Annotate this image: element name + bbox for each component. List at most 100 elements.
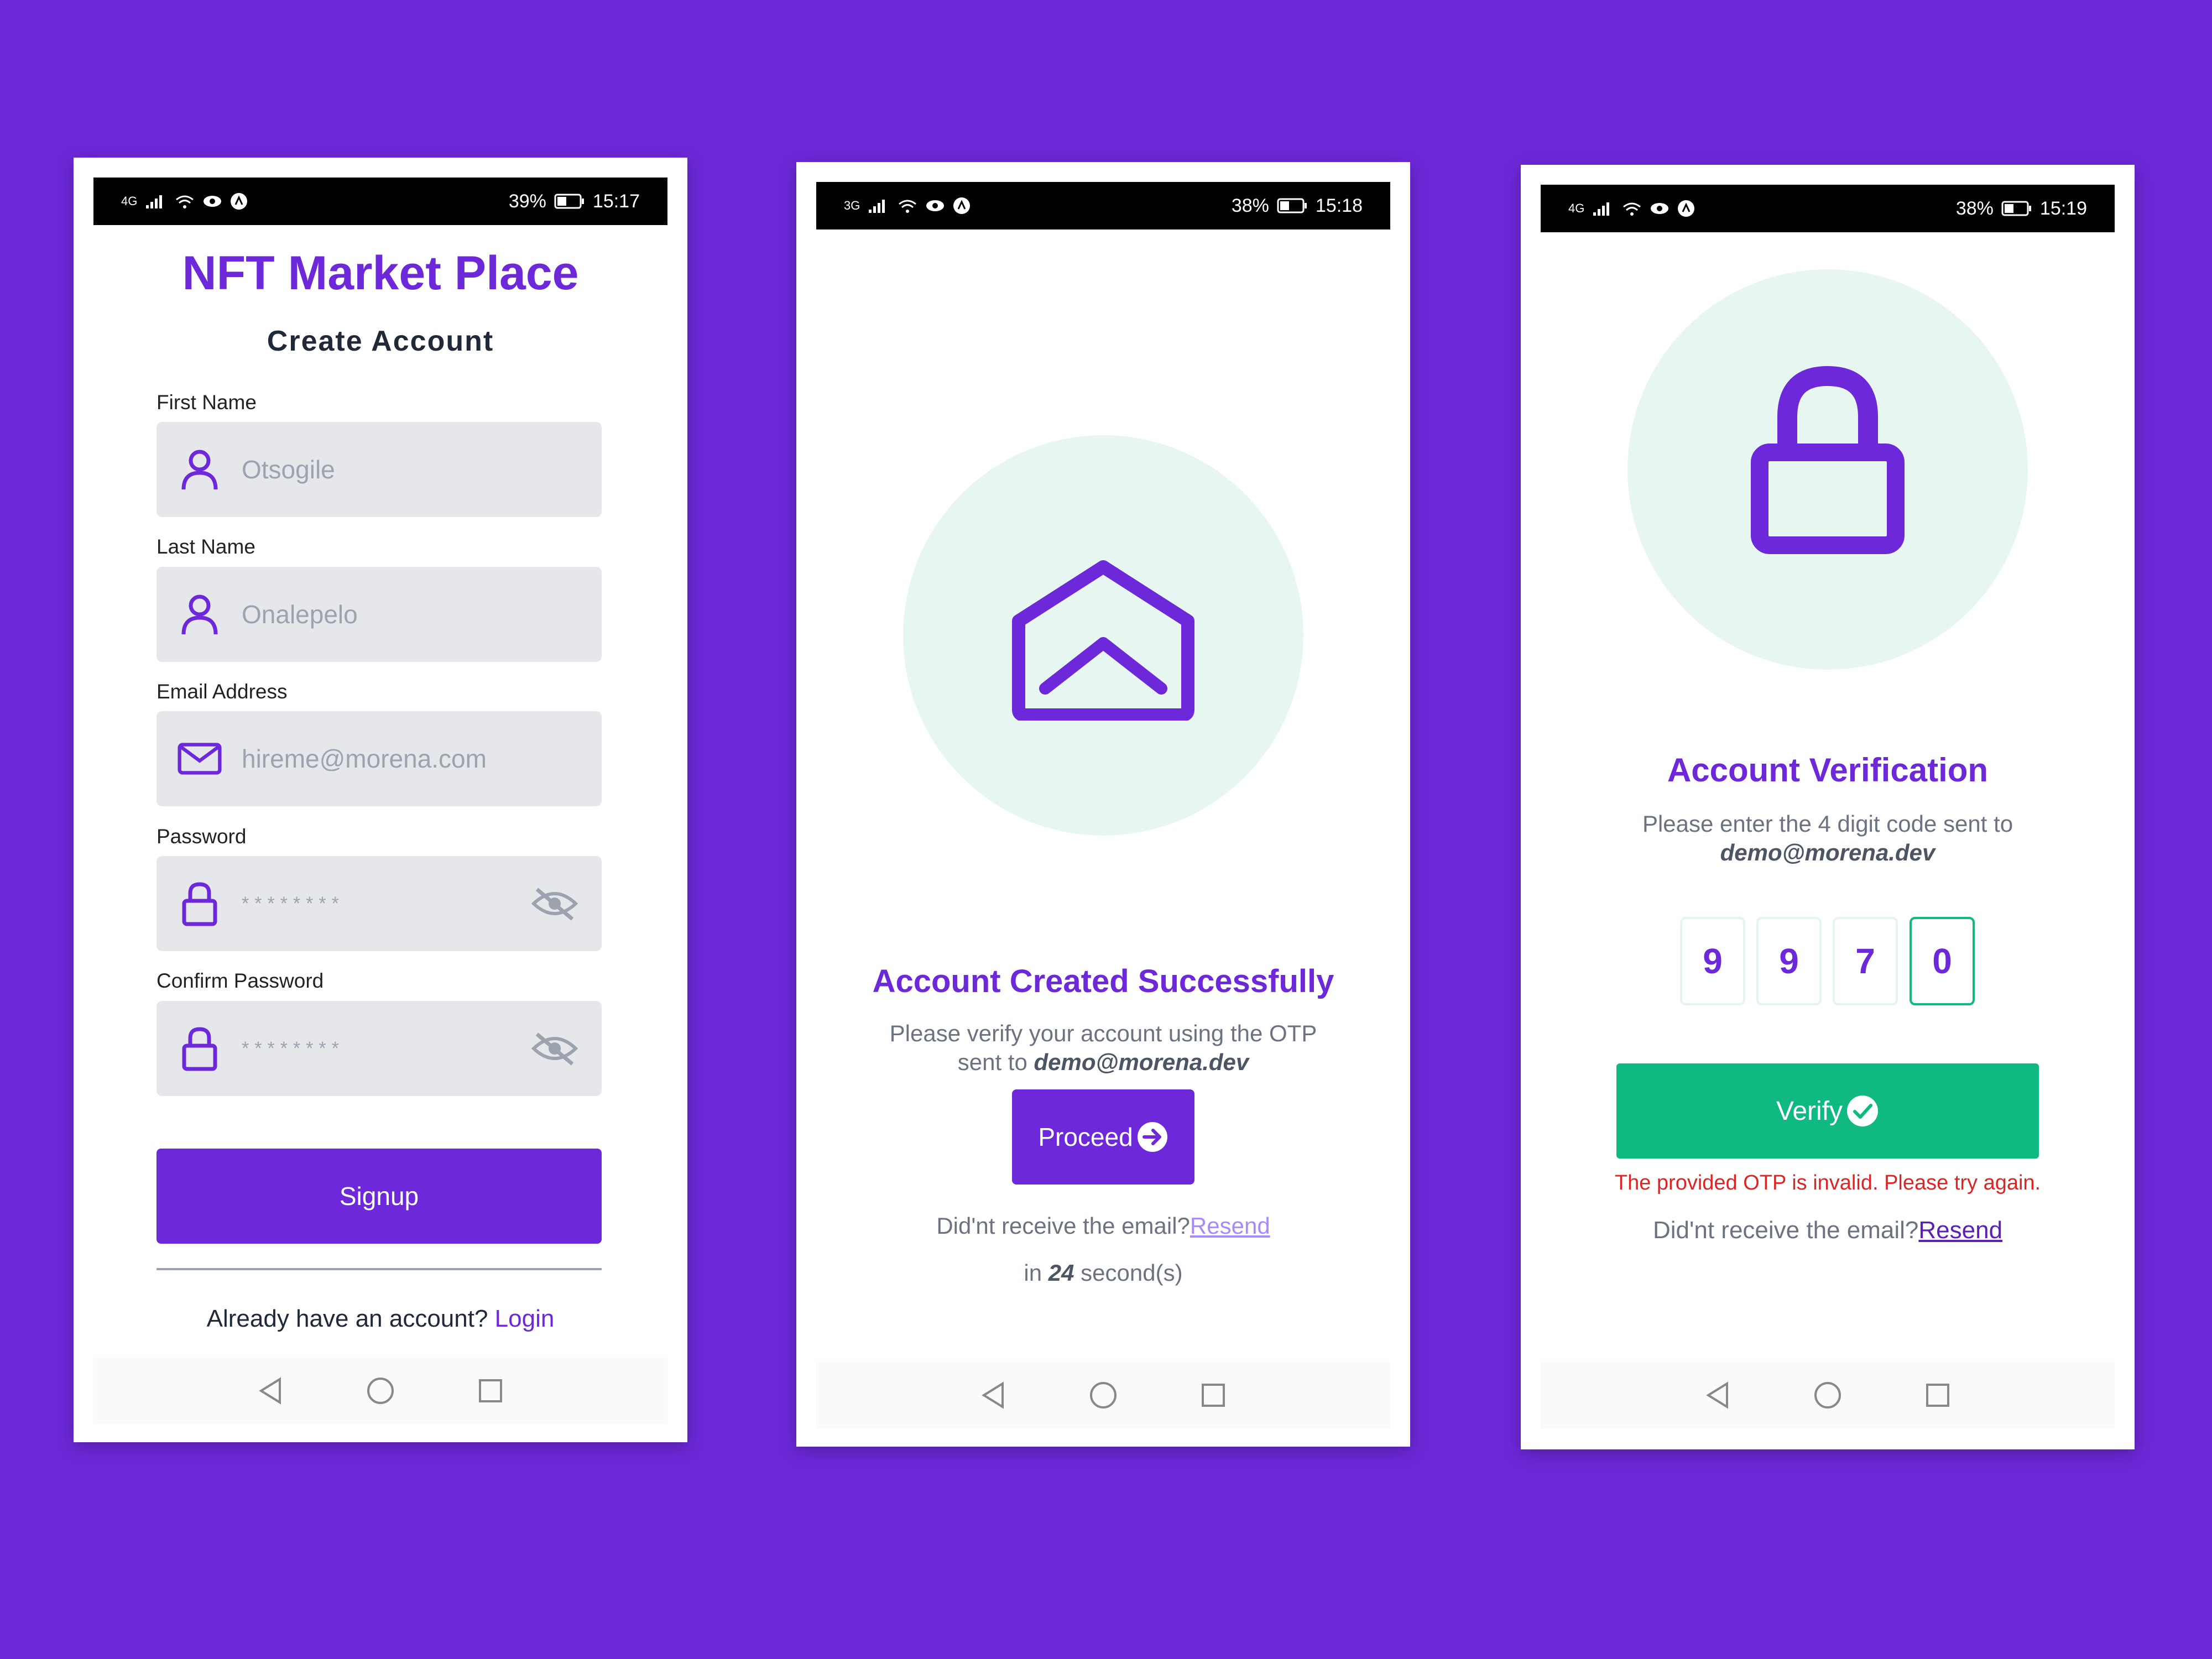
back-icon[interactable] [980, 1381, 1006, 1409]
first-name-label: First Name [156, 391, 257, 414]
last-name-placeholder: Onalepelo [242, 600, 358, 629]
otp-digit-3[interactable]: 7 [1833, 917, 1898, 1005]
proceed-label: Proceed [1038, 1123, 1133, 1151]
app-notification-icon [231, 193, 248, 210]
status-bar: 3G 38% 15:18 [816, 182, 1390, 229]
eye-slash-icon[interactable] [530, 1026, 580, 1071]
first-name-input[interactable]: Otsogile [156, 422, 602, 517]
signup-button[interactable]: Signup [156, 1149, 602, 1244]
email-address: demo@morena.dev [1720, 839, 1936, 865]
eye-icon [926, 200, 945, 211]
nav-bar [1541, 1362, 2115, 1428]
resend-link[interactable]: Resend [1918, 1217, 2002, 1244]
eye-icon [1651, 203, 1669, 214]
user-icon [178, 592, 222, 637]
lock-icon [1751, 366, 1905, 554]
signal-bars-icon [1593, 202, 1610, 216]
account-created-screen: 3G 38% 15:18 Account Created Successfull… [796, 162, 1410, 1447]
user-icon [178, 447, 222, 492]
recents-icon[interactable] [1925, 1383, 1950, 1408]
resend-link[interactable]: Resend [1190, 1213, 1270, 1239]
open-envelope-icon [1012, 560, 1194, 721]
divider [156, 1268, 602, 1270]
eye-icon [204, 196, 222, 207]
home-icon[interactable] [366, 1376, 395, 1405]
verify-message: Please verify your account using the OTP [889, 1020, 1317, 1046]
success-title: Account Created Successfully [872, 963, 1334, 999]
signal-icon: 4G [1568, 201, 1585, 215]
resend-row: Did'nt receive the email?Resend [796, 1213, 1410, 1239]
signal-icon: 4G [121, 194, 138, 208]
nav-bar [93, 1358, 667, 1424]
countdown-value: 24 [1048, 1260, 1074, 1286]
wifi-icon [1623, 202, 1641, 216]
email-input[interactable]: hireme@morena.com [156, 711, 602, 806]
login-prompt-text: Already have an account? [206, 1305, 488, 1332]
countdown: in 24 second(s) [796, 1260, 1410, 1286]
signal-icon: 3G [844, 199, 860, 212]
recents-icon[interactable] [478, 1378, 503, 1404]
confirm-password-mask: ******** [242, 1037, 345, 1059]
app-notification-icon [1678, 200, 1695, 217]
app-title: NFT Market Place [182, 247, 579, 300]
password-label: Password [156, 825, 247, 848]
countdown-prefix: in [1024, 1260, 1042, 1286]
last-name-input[interactable]: Onalepelo [156, 567, 602, 662]
otp-digit-4[interactable]: 0 [1910, 917, 1975, 1005]
verify-button[interactable]: Verify [1616, 1063, 2039, 1159]
password-mask: ******** [242, 893, 345, 914]
battery-percent: 38% [1231, 195, 1269, 216]
battery-icon [1277, 198, 1307, 213]
back-icon[interactable] [258, 1377, 283, 1405]
battery-icon [2001, 201, 2031, 216]
wifi-icon [899, 200, 917, 213]
resend-prompt: Did'nt receive the email? [1652, 1217, 1919, 1244]
password-input[interactable]: ******** [156, 856, 602, 951]
recents-icon[interactable] [1201, 1383, 1226, 1408]
verification-message: Please enter the 4 digit code sent to [1642, 811, 2013, 837]
account-verification-screen: 4G 38% 15:19 Account Verification Please… [1521, 165, 2135, 1449]
arrow-right-circle-icon [1137, 1122, 1167, 1152]
sent-to-text: sent to [957, 1049, 1027, 1075]
signup-screen: 4G 39% 15:17 NFT Market Place Create Acc… [74, 158, 687, 1442]
proceed-button[interactable]: Proceed [1012, 1089, 1194, 1185]
mail-icon [178, 737, 222, 781]
home-icon[interactable] [1089, 1381, 1118, 1410]
home-icon[interactable] [1813, 1381, 1842, 1410]
otp-digit-1[interactable]: 9 [1680, 917, 1745, 1005]
verify-label: Verify [1776, 1096, 1843, 1126]
email-address: demo@morena.dev [1034, 1049, 1249, 1075]
confirm-password-input[interactable]: ******** [156, 1001, 602, 1096]
login-link[interactable]: Login [495, 1305, 555, 1332]
verify-message-email-line: sent to demo@morena.dev [796, 1049, 1410, 1076]
resend-row: Did'nt receive the email?Resend [1521, 1217, 2135, 1244]
resend-prompt: Did'nt receive the email? [936, 1213, 1190, 1239]
countdown-suffix: second(s) [1081, 1260, 1183, 1286]
clock: 15:19 [2039, 197, 2087, 219]
check-circle-icon [1847, 1095, 1879, 1126]
verification-title: Account Verification [1667, 752, 1989, 789]
signal-bars-icon [869, 200, 885, 213]
nav-bar [816, 1362, 1390, 1428]
login-prompt: Already have an account? Login [74, 1305, 687, 1333]
email-label: Email Address [156, 680, 288, 703]
clock: 15:17 [592, 190, 640, 212]
clock: 15:18 [1315, 195, 1363, 216]
first-name-placeholder: Otsogile [242, 455, 335, 484]
back-icon[interactable] [1705, 1381, 1730, 1409]
lock-icon [178, 1026, 222, 1071]
wifi-icon [176, 195, 194, 208]
email-placeholder: hireme@morena.com [242, 744, 487, 773]
status-bar: 4G 38% 15:19 [1541, 185, 2115, 232]
battery-percent: 38% [1955, 197, 1994, 219]
eye-slash-icon[interactable] [530, 881, 580, 926]
status-bar: 4G 39% 15:17 [93, 178, 667, 225]
otp-digit-2[interactable]: 9 [1756, 917, 1822, 1005]
battery-icon [554, 194, 584, 209]
otp-error-message: The provided OTP is invalid. Please try … [1614, 1171, 2041, 1194]
last-name-label: Last Name [156, 535, 255, 558]
confirm-password-label: Confirm Password [156, 969, 324, 992]
signal-bars-icon [146, 195, 163, 208]
page-subtitle: Create Account [267, 325, 494, 357]
lock-icon [178, 881, 222, 926]
